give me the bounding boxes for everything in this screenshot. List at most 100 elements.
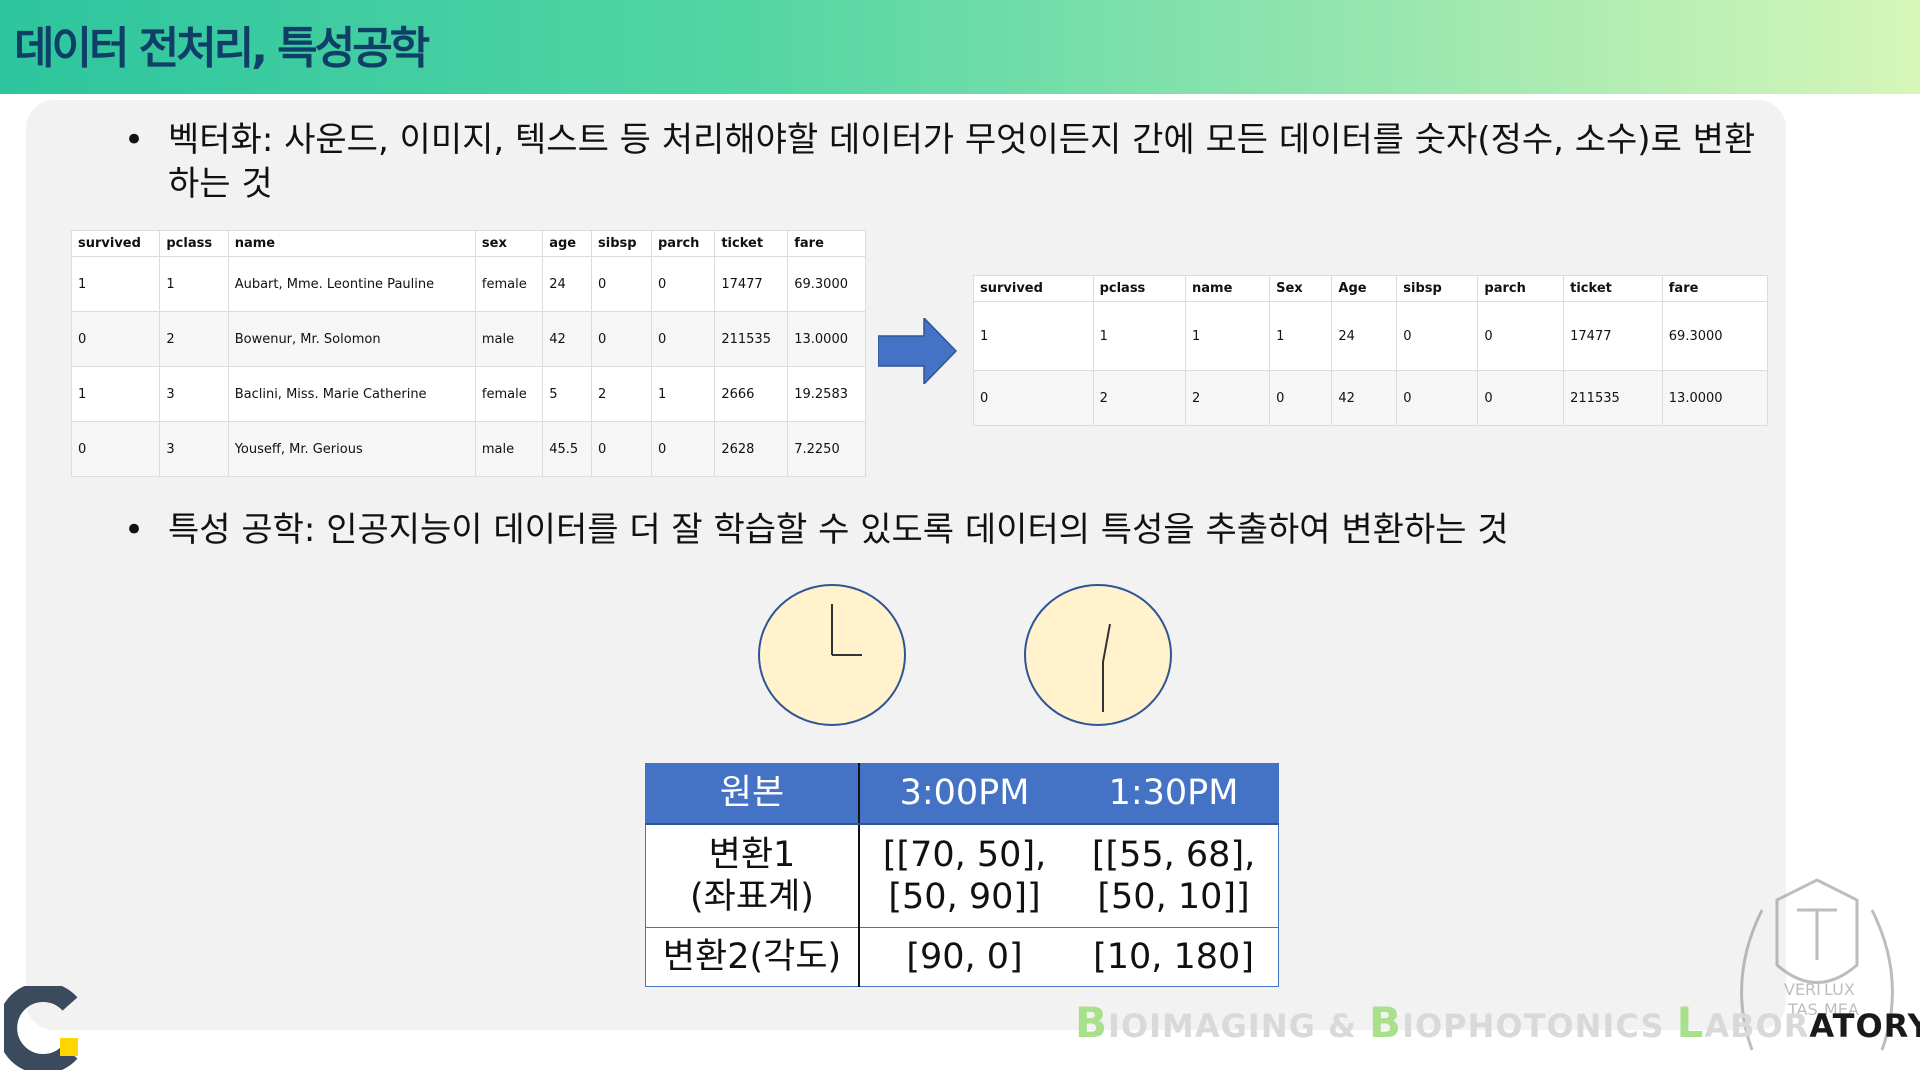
time-cell: [[55, 68], [50, 10]] <box>1069 824 1279 928</box>
table-cell: 2 <box>1185 370 1271 426</box>
table-cell: 211535 <box>714 311 789 367</box>
table-cell: 3 <box>159 366 229 422</box>
column-header: sibsp <box>591 230 652 257</box>
column-header: sibsp <box>1396 275 1479 302</box>
column-header: pclass <box>1092 275 1187 302</box>
table-cell: male <box>474 311 544 367</box>
table-cell: 17477 <box>1563 301 1663 371</box>
table-row: 1 1 1 1 24 0 0 17477 69.3000 <box>973 301 1769 371</box>
clock-130pm-icon <box>1024 584 1172 726</box>
lab-name-part: ABOR <box>1704 1007 1810 1045</box>
lab-name-part: B <box>1075 998 1109 1047</box>
column-header: name <box>1185 275 1271 302</box>
table-cell: 5 <box>542 366 592 422</box>
lab-name-part: IOIMAGING & <box>1108 1007 1370 1045</box>
table-row: 1 1 Aubart, Mme. Leontine Pauline female 24 0… <box>70 256 866 312</box>
time-cell: [90, 0] <box>859 927 1070 987</box>
table-cell: 0 <box>1396 301 1479 371</box>
table-cell: 7.2250 <box>787 421 866 477</box>
table-cell: 1 <box>973 301 1094 371</box>
column-header: ticket <box>1563 275 1663 302</box>
clock-3pm-icon <box>758 584 906 726</box>
lab-name-part: IOPHOTONICS <box>1402 1007 1677 1045</box>
table-cell: 0 <box>591 311 652 367</box>
header-bar: 데이터 전처리, 특성공학 <box>0 0 1920 94</box>
right-arrow-icon <box>878 318 958 384</box>
column-header: fare <box>1661 275 1769 302</box>
table-cell: 1 <box>1185 301 1271 371</box>
lab-name-part: ATORY <box>1809 1007 1920 1045</box>
table-cell: 19.2583 <box>787 366 866 422</box>
time-cell: 변환2(각도) <box>645 927 860 987</box>
table-cell: 1 <box>650 366 716 422</box>
column-header: survived <box>973 275 1094 302</box>
column-header: Sex <box>1269 275 1333 302</box>
time-encoding-table: 원본 3:00PM 1:30PM 변환1 (좌표계) [[70, 50], [50, 90… <box>645 763 1279 987</box>
table-cell: 0 <box>650 311 716 367</box>
table-cell: female <box>474 256 544 312</box>
table-cell: 2 <box>591 366 652 422</box>
column-header: parch <box>1477 275 1565 302</box>
table-cell: 0 <box>70 421 161 477</box>
bullet-text: 벡터화: 사운드, 이미지, 텍스트 등 처리해야할 데이터가 무엇이든지 간에… <box>168 120 1756 204</box>
table-cell: 2 <box>159 311 229 367</box>
lab-name-footer: BIOIMAGING & BIOPHOTONICS LABORATORY <box>1075 998 1920 1047</box>
time-cell: [10, 180] <box>1069 927 1279 987</box>
column-header: parch <box>650 230 716 257</box>
time-header-cell: 1:30PM <box>1069 763 1279 825</box>
page-title: 데이터 전처리, 특성공학 <box>14 23 430 74</box>
column-header: Age <box>1331 275 1398 302</box>
table-cell: 24 <box>1331 301 1398 371</box>
table-cell: Youseff, Mr. Gerious <box>227 421 476 477</box>
table-cell: 211535 <box>1563 370 1663 426</box>
time-row: 변환1 (좌표계) [[70, 50], [50, 90]] [[55, 68], [50… <box>645 824 1279 928</box>
table-cell: 0 <box>1477 301 1565 371</box>
table-cell: 0 <box>591 256 652 312</box>
table-cell: 13.0000 <box>787 311 866 367</box>
table-cell: 45.5 <box>542 421 592 477</box>
table-cell: 0 <box>591 421 652 477</box>
lab-name-part: L <box>1676 998 1705 1047</box>
table-cell: 42 <box>542 311 592 367</box>
column-header: sex <box>474 230 544 257</box>
raw-data-table: survived pclass name sex age sibsp parch ticket… <box>70 230 866 477</box>
table-cell: 69.3000 <box>787 256 866 312</box>
time-cell: [[70, 50], [50, 90]] <box>859 824 1070 928</box>
time-header-cell: 원본 <box>645 763 860 825</box>
table-cell: 0 <box>650 256 716 312</box>
crest-text-2: LUX <box>1824 980 1855 999</box>
table-cell: 24 <box>542 256 592 312</box>
time-header-cell: 3:00PM <box>859 763 1070 825</box>
table-cell: 2666 <box>714 366 789 422</box>
table-cell: 0 <box>650 421 716 477</box>
table-row: 0 3 Youseff, Mr. Gerious male 45.5 0 0 2628 7.22… <box>70 421 866 477</box>
c-logo-icon <box>4 986 78 1070</box>
bullet-text: 특성 공학: 인공지능이 데이터를 더 잘 학습할 수 있도록 데이터의 특성을… <box>168 510 1509 550</box>
table-cell: 42 <box>1331 370 1398 426</box>
table-cell: 1 <box>1269 301 1333 371</box>
encoded-data-table: survived pclass name Sex Age sibsp parch ticket… <box>973 275 1769 426</box>
column-header: age <box>542 230 592 257</box>
lab-name-part: B <box>1369 998 1403 1047</box>
table-row: 1 3 Baclini, Miss. Marie Catherine female 5 2… <box>70 366 866 422</box>
table-row: 0 2 Bowenur, Mr. Solomon male 42 0 0 211535 13.0… <box>70 311 866 367</box>
time-cell: 변환1 (좌표계) <box>645 824 860 928</box>
bullet-marker: • <box>124 510 145 550</box>
crest-text-1: VERI <box>1784 980 1821 999</box>
table-cell: female <box>474 366 544 422</box>
table-cell: 0 <box>1477 370 1565 426</box>
column-header: pclass <box>159 230 229 257</box>
table-cell: 1 <box>1092 301 1187 371</box>
table-cell: Baclini, Miss. Marie Catherine <box>227 366 476 422</box>
table-cell: 0 <box>973 370 1094 426</box>
table-cell: 2628 <box>714 421 789 477</box>
table-row: 0 2 2 0 42 0 0 211535 13.0000 <box>973 370 1769 426</box>
table-cell: 0 <box>70 311 161 367</box>
table-cell: 3 <box>159 421 229 477</box>
table-cell: 13.0000 <box>1661 370 1769 426</box>
table-cell: 1 <box>159 256 229 312</box>
table-cell: Aubart, Mme. Leontine Pauline <box>227 256 476 312</box>
table-cell: 2 <box>1092 370 1187 426</box>
table-cell: Bowenur, Mr. Solomon <box>227 311 476 367</box>
table-cell: 1 <box>70 256 161 312</box>
